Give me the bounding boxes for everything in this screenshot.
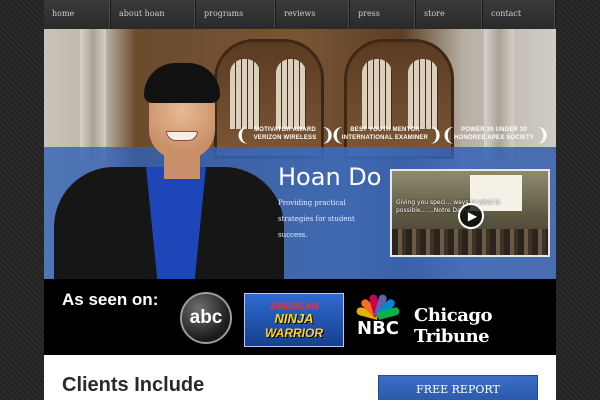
laurel-right-icon: ❩: [535, 125, 551, 146]
hoan-do-photo: [54, 49, 284, 279]
left-background-texture: [0, 0, 44, 400]
nav-press[interactable]: press: [350, 0, 416, 29]
nav-contact[interactable]: contact: [483, 0, 556, 29]
chicago-tribune-logo: Chicago Tribune: [414, 305, 492, 347]
nav-programs[interactable]: programs: [196, 0, 276, 29]
nbc-peacock-icon: [355, 290, 401, 320]
abc-logo: abc: [180, 292, 232, 344]
clients-section: Clients Include FREE REPORT: [44, 355, 556, 400]
nav-home[interactable]: home: [44, 0, 111, 29]
as-seen-on-label: As seen on:: [62, 290, 159, 309]
award-motivator: MOTIVATOR AWARD VERIZON WIRELESS: [253, 127, 317, 141]
hero-banner: ❨ MOTIVATOR AWARD VERIZON WIRELESS ❩ ❨ BE…: [44, 29, 556, 279]
american-ninja-warrior-logo: AMERICAN NINJA WARRIOR: [244, 293, 344, 347]
nav-about-hoan[interactable]: about hoan: [111, 0, 196, 29]
as-seen-on-section: As seen on: abc AMERICAN NINJA WARRIOR N…: [44, 279, 556, 355]
main-navigation: home about hoan programs reviews press s…: [44, 0, 556, 29]
video-player[interactable]: Giving you speci... ways to what is poss…: [390, 169, 550, 257]
video-audience: [392, 229, 548, 255]
nav-reviews[interactable]: reviews: [276, 0, 350, 29]
door-window: [408, 59, 438, 129]
award-power-30: POWER 30 UNDER 30 HONOREE APEX SOCIETY: [453, 127, 535, 141]
nav-store[interactable]: store: [416, 0, 483, 29]
hero-tagline: Providing practical strategies for stude…: [278, 199, 355, 239]
hero-name: Hoan Do: [278, 163, 382, 191]
door-window: [362, 59, 392, 129]
right-background-texture: [556, 0, 600, 400]
free-report-button[interactable]: FREE REPORT: [378, 375, 538, 400]
award-youth-mentor: BEST YOUTH MENTOR INTERNATIONAL EXAMINER: [341, 127, 429, 141]
video-caption: Giving you speci... ways to what is poss…: [396, 199, 500, 214]
nbc-logo: NBC: [350, 290, 406, 348]
play-icon[interactable]: ▶: [458, 203, 484, 229]
clients-heading: Clients Include: [62, 374, 205, 396]
